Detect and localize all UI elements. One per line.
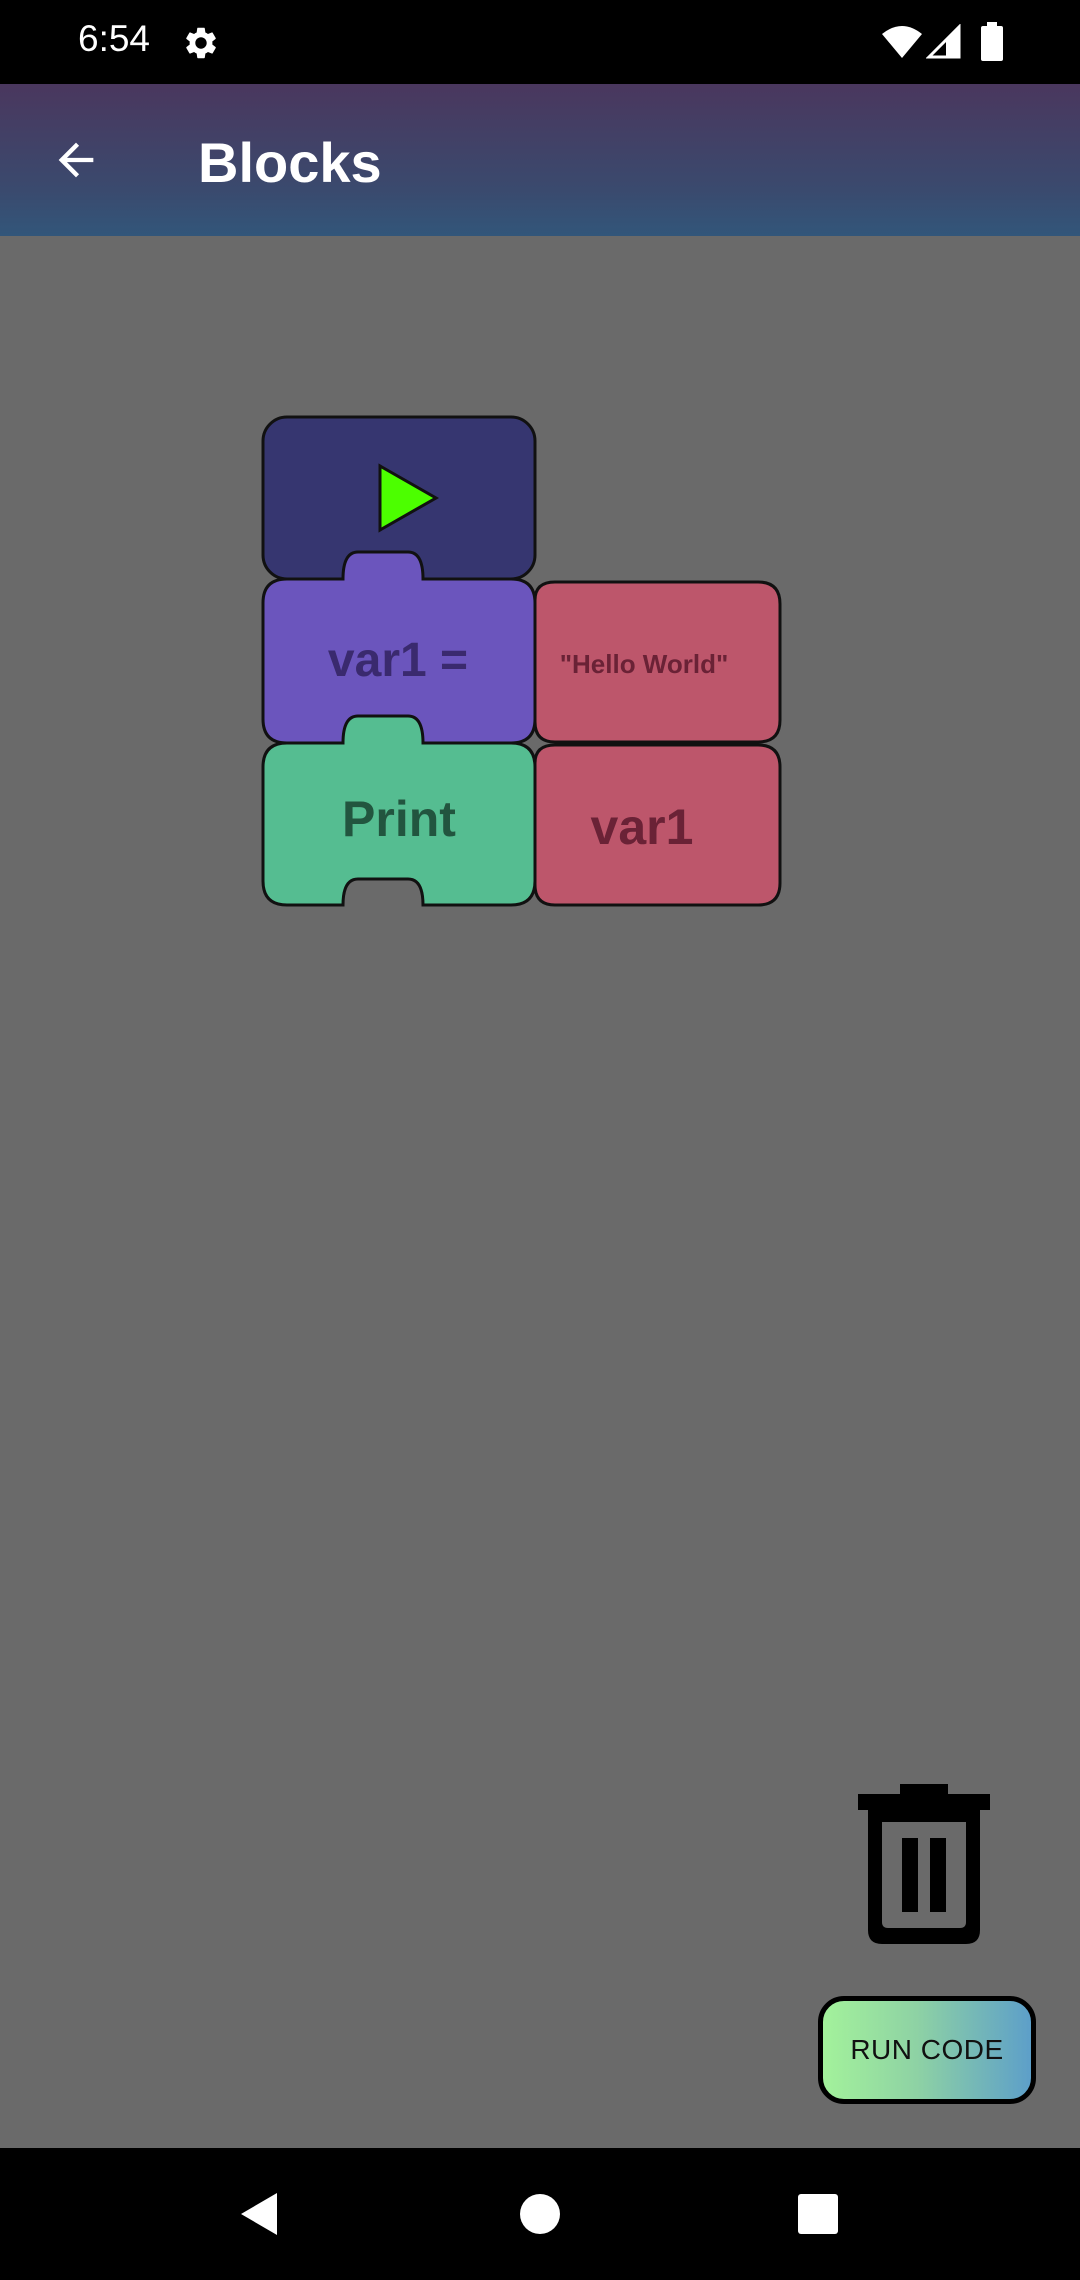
- nav-recents-button[interactable]: [780, 2176, 856, 2252]
- back-button[interactable]: [40, 126, 112, 198]
- block-workspace[interactable]: "Hello World" var1 = var1 Print RUN CODE: [0, 236, 1080, 2148]
- assign-label: var1 =: [328, 634, 468, 687]
- print-value-label: var1: [591, 799, 694, 855]
- device-screen: 6:54 Blocks "Hello World" var1 = var1 Pr…: [0, 0, 1080, 2280]
- app-bar: Blocks: [0, 84, 1080, 236]
- wifi-icon: [880, 24, 924, 65]
- assign-value-label: "Hello World": [560, 649, 729, 679]
- system-nav-bar: [0, 2148, 1080, 2280]
- trash-button[interactable]: [850, 1782, 998, 1948]
- arrow-left-icon: [50, 134, 102, 191]
- trash-icon: [858, 1784, 990, 1944]
- print-block[interactable]: Print: [261, 714, 537, 907]
- assign-block[interactable]: var1 =: [261, 550, 537, 745]
- nav-back-button[interactable]: [222, 2176, 298, 2252]
- home-circle-icon: [520, 2194, 560, 2234]
- page-title: Blocks: [198, 131, 382, 194]
- battery-icon: [980, 22, 1004, 67]
- back-triangle-icon: [241, 2193, 277, 2235]
- print-label: Print: [342, 791, 456, 847]
- nav-home-button[interactable]: [502, 2176, 578, 2252]
- status-time: 6:54: [78, 18, 151, 59]
- status-bar: 6:54: [0, 0, 1080, 84]
- recents-square-icon: [798, 2194, 838, 2234]
- print-value-block[interactable]: var1: [506, 743, 782, 907]
- settings-icon: [182, 24, 220, 67]
- run-code-label: RUN CODE: [850, 2034, 1004, 2065]
- assign-value-block[interactable]: "Hello World": [506, 580, 782, 744]
- signal-icon: [925, 23, 962, 65]
- run-code-button[interactable]: RUN CODE: [818, 1996, 1036, 2104]
